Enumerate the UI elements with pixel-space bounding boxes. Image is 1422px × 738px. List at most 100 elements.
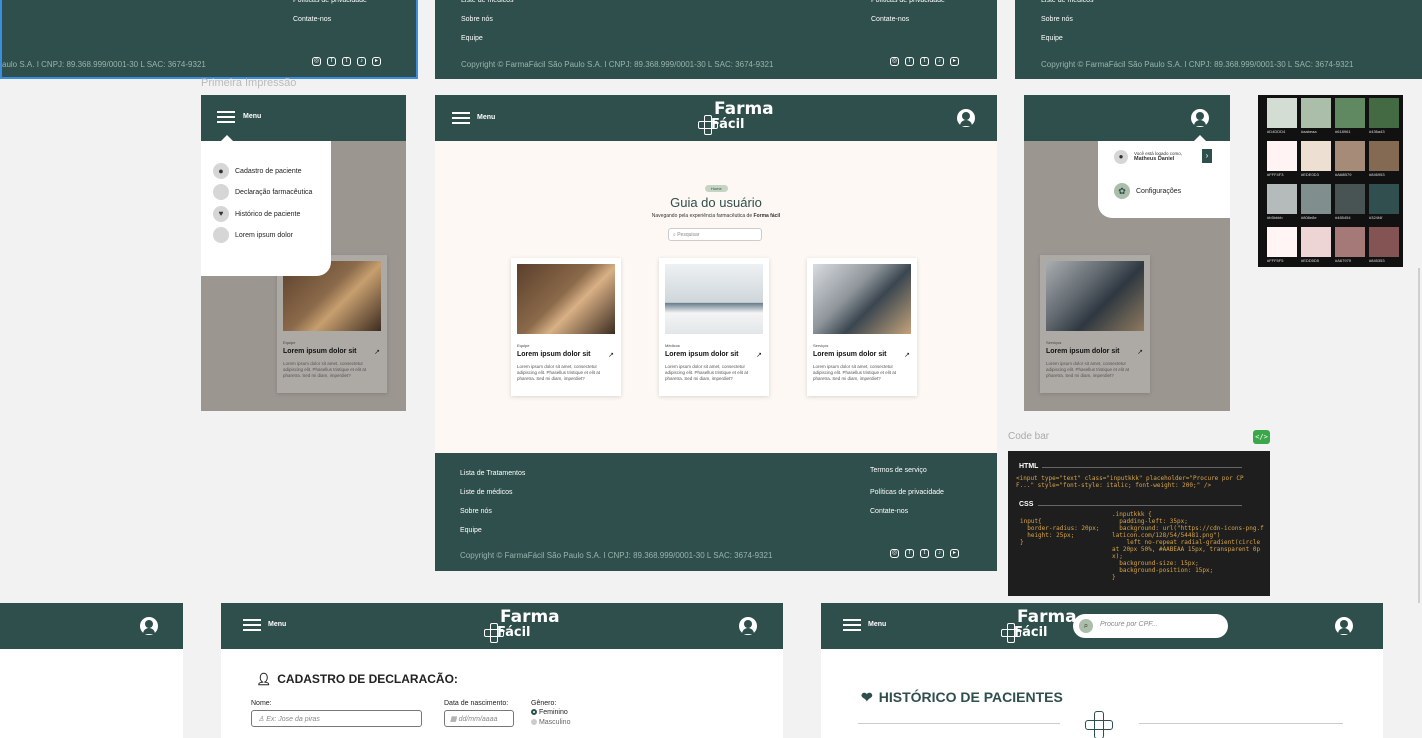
facebook-icon[interactable]: f (327, 57, 336, 66)
footer-link-doctors[interactable]: Liste de médicos (461, 0, 514, 4)
arrow-up-right-icon[interactable]: ↗ (756, 351, 762, 359)
menu-icon[interactable] (843, 619, 861, 631)
cross-logo-icon (1085, 711, 1113, 738)
footer-link-doctors[interactable]: Liste de médicos (460, 489, 513, 496)
card-image (1046, 261, 1144, 331)
card-tag: Equipe (517, 343, 530, 348)
card-services[interactable]: Serviços Lorem ipsum dolor sit ↗ Lorem i… (807, 258, 917, 396)
arrow-up-right-icon[interactable]: ↗ (904, 351, 910, 359)
arrow-up-right-icon[interactable]: ↗ (1137, 348, 1143, 356)
footer-link-about[interactable]: Sobre nós (461, 16, 493, 23)
menu-label[interactable]: Menu (268, 621, 286, 628)
name-field[interactable]: ♙ Ex: Jose da piras (251, 710, 422, 727)
logo[interactable]: Farma Fácil (497, 609, 560, 640)
user-avatar-icon[interactable] (1191, 109, 1209, 127)
user-avatar-icon[interactable] (1335, 617, 1353, 635)
code-icon[interactable]: </> (1253, 430, 1270, 444)
color-swatch-label: #618961 (1335, 129, 1351, 134)
card-doctors[interactable]: Médicos Lorem ipsum dolor sit ↗ Lorem ip… (659, 258, 769, 396)
side-menu-item-lorem[interactable]: Lorem ipsum dolor (213, 227, 293, 243)
facebook-icon[interactable]: f (905, 549, 914, 558)
user-avatar-icon[interactable] (140, 617, 158, 635)
css-rule (1038, 505, 1242, 506)
footer-link-about[interactable]: Sobre nós (1041, 16, 1073, 23)
side-menu-item-history[interactable]: ♥ Histórico de paciente (213, 206, 300, 222)
instagram-icon[interactable]: ◎ (312, 57, 321, 66)
footer-link-about[interactable]: Sobre nós (460, 508, 492, 515)
footer-link-privacy[interactable]: Políticas de privacidade (870, 489, 944, 496)
side-menu-item-declaration[interactable]: Declaração farmacêutica (213, 184, 312, 200)
card-team[interactable]: Equipe Lorem ipsum dolor sit ↗ Lorem ips… (511, 258, 621, 396)
footer-link-team[interactable]: Equipe (461, 35, 483, 42)
scrollbar[interactable] (1418, 268, 1420, 603)
footer-copyright: Copyright © FarmaFácil São Paulo S.A. I … (1041, 60, 1354, 69)
color-swatch (1369, 227, 1399, 257)
youtube-icon[interactable]: ▸ (950, 57, 959, 66)
color-swatch (1267, 141, 1297, 171)
footer-link-team[interactable]: Equipe (1041, 35, 1063, 42)
side-menu-item-patient[interactable]: ● Cadastro de paciente (213, 163, 302, 179)
color-swatch (1267, 98, 1297, 128)
user-avatar-icon[interactable] (957, 109, 975, 127)
settings-item[interactable]: ✿ Configurações (1114, 183, 1181, 199)
twitter-icon[interactable]: t (920, 549, 929, 558)
menu-icon[interactable] (217, 111, 235, 123)
color-swatch-label: #EDD5D5 (1301, 258, 1320, 263)
instagram-icon[interactable]: ◎ (890, 57, 899, 66)
arrow-up-right-icon[interactable]: ↗ (608, 351, 614, 359)
divider-left (858, 723, 1060, 724)
footer-link-terms[interactable]: Termos de serviço (870, 467, 927, 474)
card-title[interactable]: Lorem ipsum dolor sit (1046, 348, 1120, 355)
logo[interactable]: Farma Fácil (1014, 609, 1077, 640)
card-dimmed: Serviços Lorem ipsum dolor sit ↗ Lorem i… (1040, 255, 1150, 393)
color-swatch (1301, 227, 1331, 257)
page-title: Guia do usuário (670, 195, 762, 210)
footer-link-privacy[interactable]: Políticas de privacidade (871, 0, 945, 4)
gender-option-female[interactable]: Feminino (531, 709, 568, 716)
cpf-search-input[interactable]: ⌕ Procure por CPF... (1073, 614, 1228, 638)
footer-link-contact[interactable]: Contate-nos (870, 508, 908, 515)
instagram-icon[interactable]: ◎ (890, 549, 899, 558)
menu-icon[interactable] (243, 619, 261, 631)
menu-label[interactable]: Menu (868, 621, 886, 628)
arrow-up-right-icon[interactable]: ↗ (374, 348, 380, 356)
footer-link-treatments[interactable]: Lista de Tratamentos (460, 470, 525, 477)
user-avatar-icon[interactable] (739, 617, 757, 635)
footer-link-contact[interactable]: Contate-nos (871, 16, 909, 23)
card-title[interactable]: Lorem ipsum dolor sit (283, 348, 357, 355)
footer-link-contact[interactable]: Contate-nos (293, 16, 331, 23)
card-title[interactable]: Lorem ipsum dolor sit (665, 351, 739, 358)
menu-icon[interactable] (452, 112, 470, 124)
twitter-icon[interactable]: t (920, 57, 929, 66)
card-title[interactable]: Lorem ipsum dolor sit (517, 351, 591, 358)
footer-link-doctors[interactable]: Liste de médicos (1041, 0, 1094, 4)
footer-link-privacy[interactable]: Políticas de privacidade (293, 0, 367, 4)
menu-label[interactable]: Menu (243, 113, 261, 120)
twitter-icon[interactable]: t (342, 57, 351, 66)
youtube-icon[interactable]: ▸ (950, 549, 959, 558)
dob-field[interactable]: ▦ dd/mm/aaaa (444, 710, 514, 727)
color-swatch (1267, 184, 1297, 214)
card-title[interactable]: Lorem ipsum dolor sit (813, 351, 887, 358)
color-swatch-label: #FFF4F3 (1267, 172, 1284, 177)
footer-copyright: Copyright © FarmaFácil São Paulo S.A. I … (461, 60, 774, 69)
color-swatch-label: #A68B79 (1335, 172, 1352, 177)
facebook-icon[interactable]: f (905, 57, 914, 66)
search-input[interactable]: ⌕ Pesquisar (668, 228, 762, 241)
card-image (813, 264, 911, 334)
menu-label[interactable]: Menu (477, 114, 495, 121)
tiktok-icon[interactable]: ♪ (935, 549, 944, 558)
user-icon: 👤︎ (256, 672, 272, 686)
tiktok-icon[interactable]: ♪ (935, 57, 944, 66)
gender-option-male[interactable]: Masculino (531, 719, 570, 726)
color-swatch-label: #D4DDD4 (1267, 129, 1286, 134)
tiktok-icon[interactable]: ♪ (357, 57, 366, 66)
card-description: Lorem ipsum dolor sit amet, consectetur … (1046, 361, 1130, 378)
logout-icon[interactable]: › (1202, 149, 1212, 163)
calendar-icon: ▦ (450, 716, 457, 723)
logo[interactable]: Farma Fácil (711, 101, 774, 132)
breadcrumb-badge[interactable]: Home (705, 185, 728, 192)
youtube-icon[interactable]: ▸ (372, 57, 381, 66)
footer-link-team[interactable]: Equipe (460, 527, 482, 534)
frame-bottom-left (0, 603, 183, 738)
